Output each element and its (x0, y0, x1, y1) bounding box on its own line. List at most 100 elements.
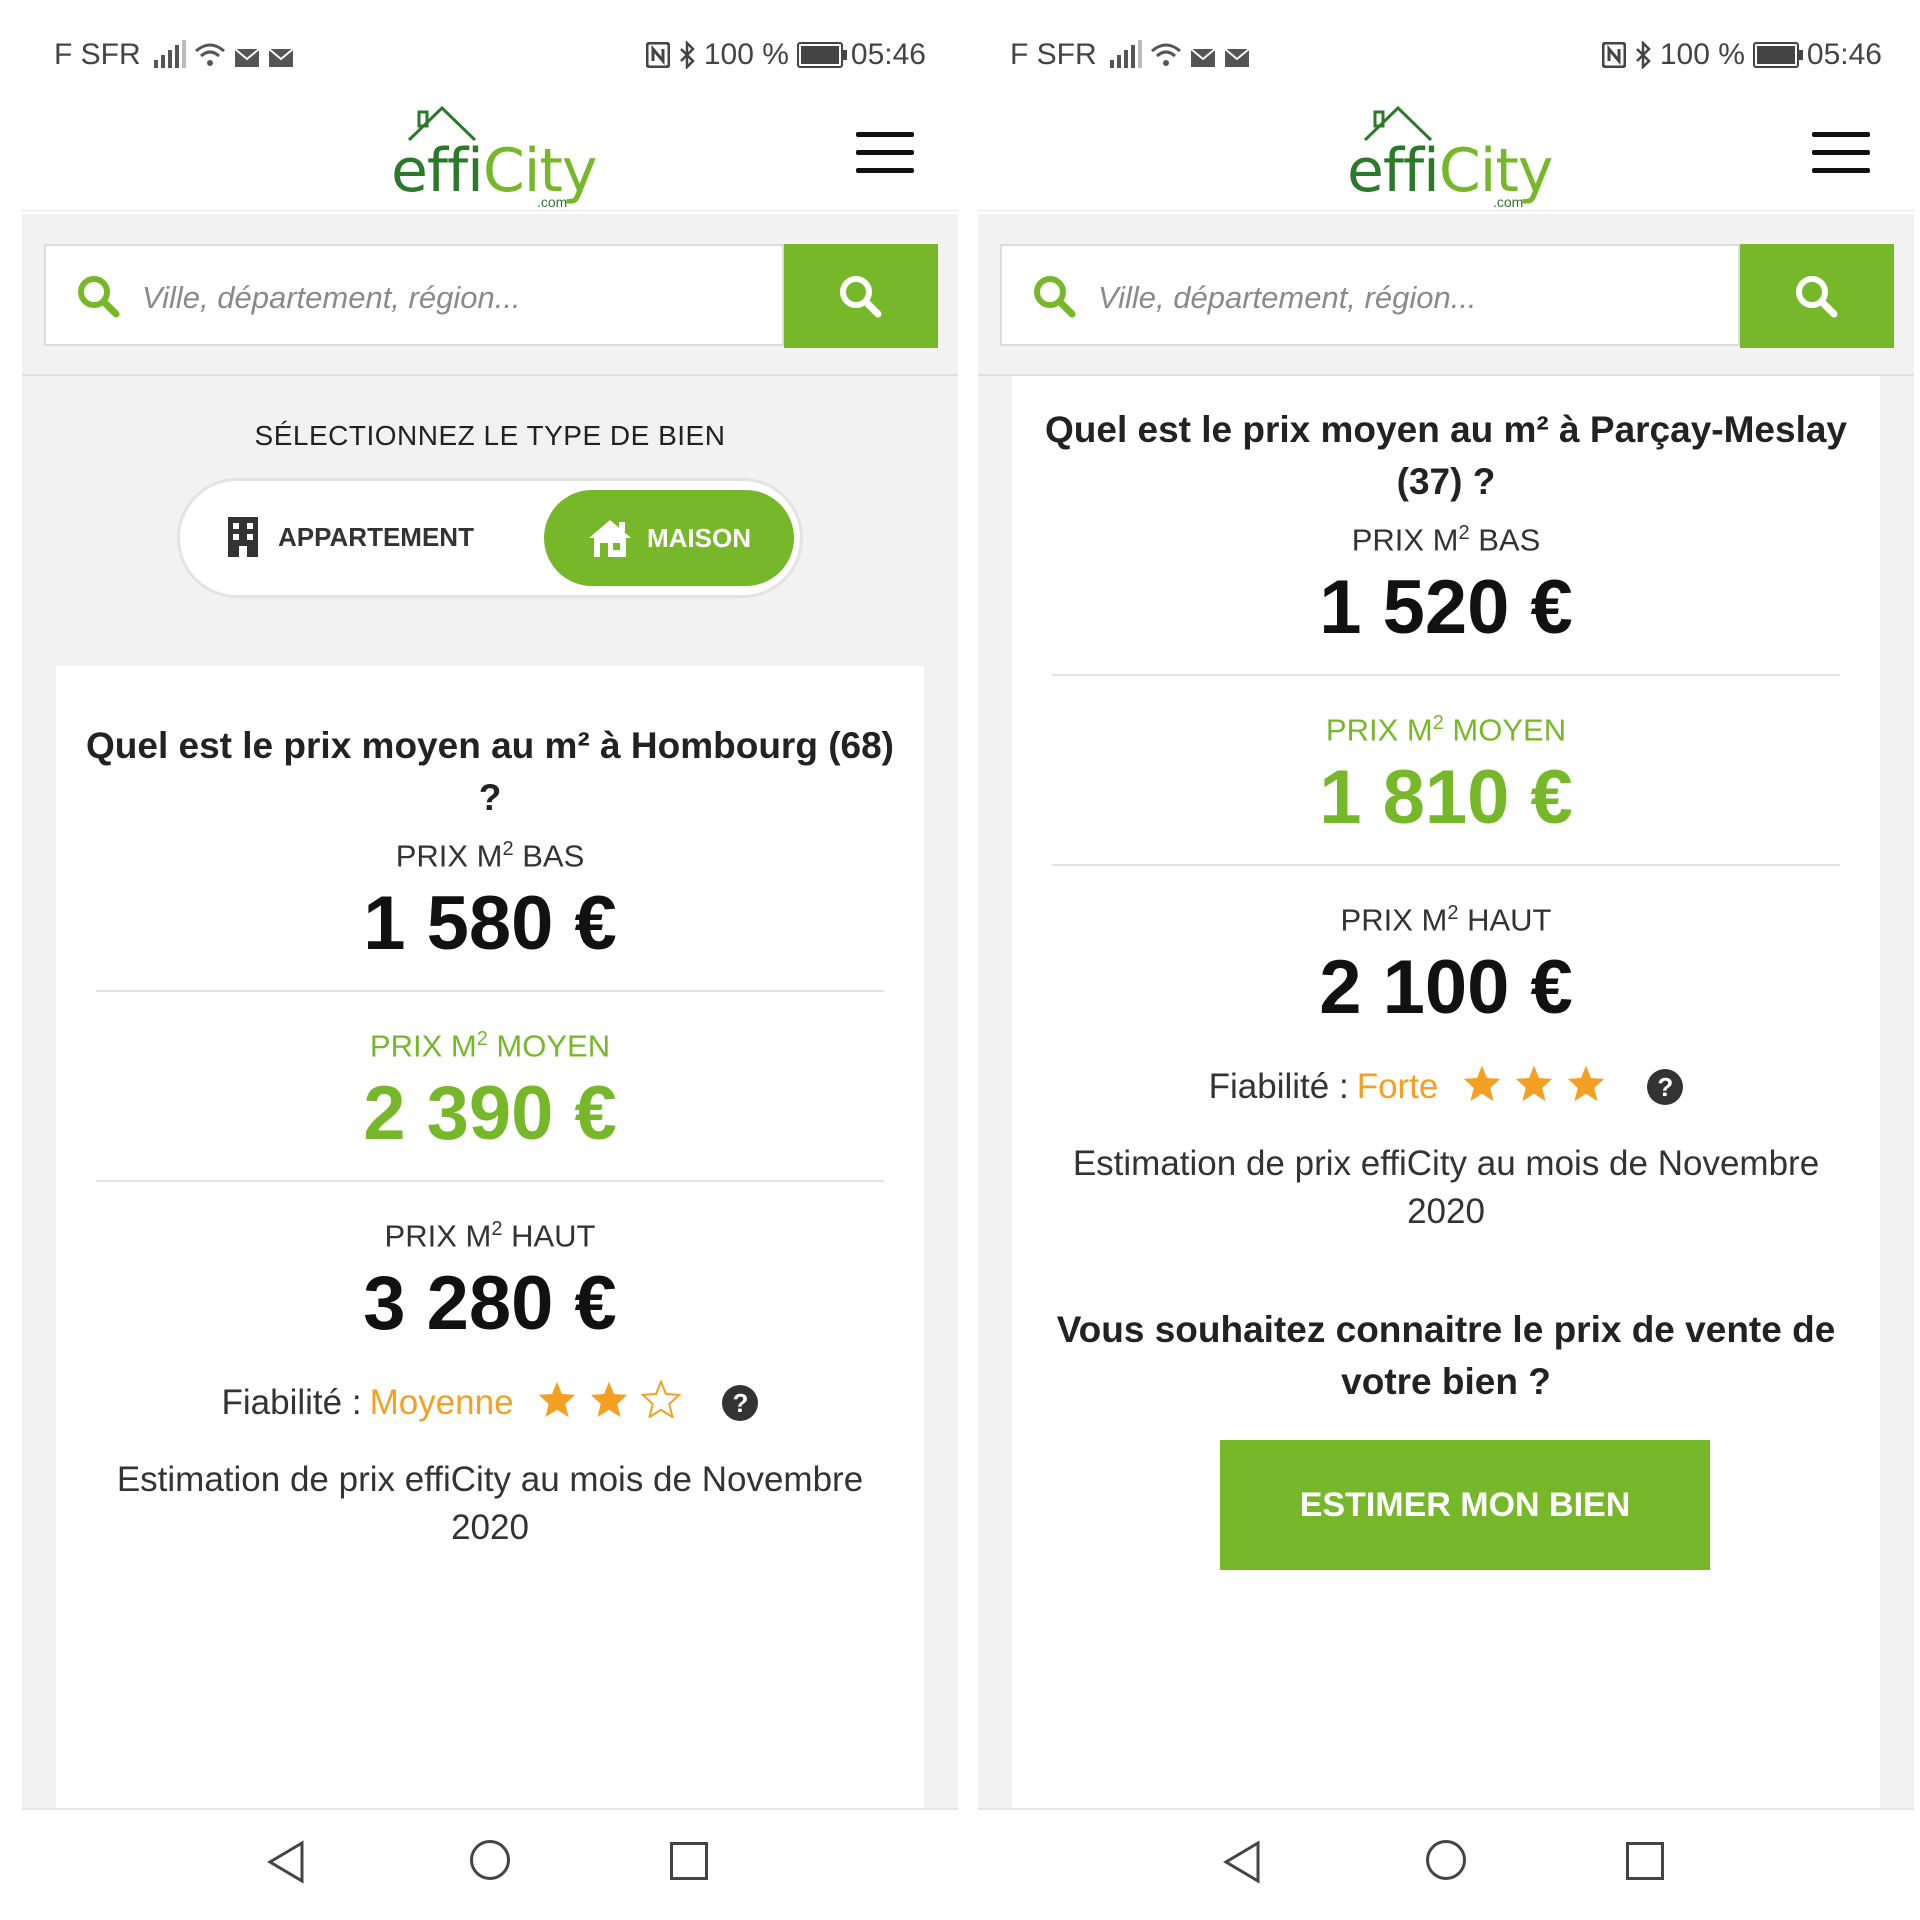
android-nav-bar (978, 1808, 1914, 1920)
search-placeholder: Ville, département, région... (1098, 280, 1477, 315)
search-placeholder: Ville, département, région... (142, 280, 521, 315)
divider (96, 990, 884, 992)
recent-apps-icon[interactable] (670, 1842, 708, 1880)
price-question: Quel est le prix moyen au m² à Parçay-Me… (1044, 409, 1848, 502)
search-icon (1796, 276, 1838, 318)
battery-percent: 100 % (703, 38, 789, 71)
cta-question: Vous souhaitez connaitre le prix de vent… (1056, 1309, 1836, 1402)
prix-moyen-label: PRIX M2 MOYEN (369, 1028, 611, 1064)
mail-icon (1190, 48, 1216, 67)
clock: 05:46 (1806, 38, 1882, 71)
star-filled-icon (590, 1381, 628, 1418)
menu-icon[interactable] (1812, 132, 1870, 176)
phone-screen-right: F SFR 100 % 05:46 effiCity .com Ville, d… (978, 0, 1914, 1920)
home-icon[interactable] (1426, 1840, 1466, 1880)
option-maison[interactable]: MAISON (544, 490, 794, 586)
fiabilite-level: Forte (1356, 1067, 1439, 1106)
prix-haut-value: 3 280 € (363, 1261, 617, 1346)
price-card: Quel est le prix moyen au m² à Hombourg … (56, 666, 924, 1808)
battery-icon (796, 42, 847, 68)
search-bar: Ville, département, région... (978, 214, 1914, 376)
fiabilite-label: Fiabilité : (221, 1383, 362, 1422)
efficity-logo[interactable]: effiCity .com (1343, 100, 1563, 210)
help-icon[interactable]: ? (722, 1385, 759, 1421)
logo-domain: .com (1493, 194, 1524, 210)
rating-stars (537, 1378, 682, 1427)
recent-apps-icon[interactable] (1626, 1842, 1664, 1880)
back-icon[interactable] (266, 1840, 306, 1884)
search-icon (840, 276, 882, 318)
prix-haut-label: PRIX M2 HAUT (1340, 902, 1552, 938)
estimation-note: Estimation de prix effiCity au mois de N… (1072, 1144, 1820, 1231)
bluetooth-icon (1635, 41, 1651, 69)
mail-icon (1224, 48, 1250, 67)
fiabilite-level: Moyenne (369, 1383, 514, 1422)
search-button[interactable] (784, 244, 938, 348)
house-icon (589, 520, 631, 557)
star-filled-icon (1463, 1065, 1501, 1102)
status-bar: F SFR 100 % 05:46 (22, 30, 958, 80)
price-card: Quel est le prix moyen au m² à Parçay-Me… (1012, 376, 1880, 1808)
site-header: effiCity .com (978, 90, 1914, 211)
prix-bas-label: PRIX M2 BAS (395, 838, 585, 874)
status-right: 100 % 05:46 (1601, 38, 1882, 72)
nfc-icon (645, 42, 670, 68)
price-question: Quel est le prix moyen au m² à Hombourg … (86, 725, 895, 818)
divider (96, 1180, 884, 1182)
prix-haut-label: PRIX M2 HAUT (384, 1218, 596, 1254)
star-filled-icon (1515, 1065, 1553, 1102)
status-right: 100 % 05:46 (645, 38, 926, 72)
search-bar: Ville, département, région... (22, 214, 958, 376)
prix-moyen-value: 2 390 € (363, 1071, 617, 1156)
carrier-name: F SFR (1010, 38, 1097, 71)
property-type-toggle: APPARTEMENT MAISON (177, 478, 803, 598)
option-maison-label: MAISON (647, 522, 751, 553)
star-filled-icon (1567, 1065, 1604, 1102)
prix-bas-value: 1 520 € (1319, 565, 1573, 650)
signal-icon (1110, 40, 1142, 68)
nfc-icon (1601, 42, 1626, 68)
divider (1052, 864, 1840, 866)
battery-icon (1752, 42, 1803, 68)
prix-haut-value: 2 100 € (1319, 945, 1573, 1030)
bluetooth-icon (679, 41, 695, 69)
search-input[interactable]: Ville, département, région... (1000, 244, 1740, 346)
android-nav-bar (22, 1808, 958, 1920)
prix-bas-value: 1 580 € (363, 881, 617, 966)
star-empty-icon (640, 1378, 682, 1420)
wifi-icon (195, 43, 225, 66)
site-header: effiCity .com (22, 90, 958, 211)
battery-percent: 100 % (1659, 38, 1745, 71)
estimer-mon-bien-button[interactable]: ESTIMER MON BIEN (1220, 1440, 1710, 1570)
search-button[interactable] (1740, 244, 1894, 348)
search-icon (78, 276, 120, 318)
signal-icon (154, 40, 186, 68)
fiabilite-row: Fiabilité : Forte ? (1012, 1064, 1880, 1111)
fiabilite-label: Fiabilité : (1208, 1067, 1349, 1106)
status-bar: F SFR 100 % 05:46 (978, 30, 1914, 80)
estimation-note: Estimation de prix effiCity au mois de N… (116, 1460, 864, 1547)
star-filled-icon (539, 1381, 576, 1418)
clock: 05:46 (850, 38, 926, 71)
mail-icon (234, 48, 260, 67)
efficity-logo[interactable]: effiCity .com (387, 100, 607, 210)
prix-bas-label: PRIX M2 BAS (1351, 522, 1541, 558)
menu-icon[interactable] (856, 132, 914, 176)
search-input[interactable]: Ville, département, région... (44, 244, 784, 346)
prix-moyen-label: PRIX M2 MOYEN (1325, 712, 1567, 748)
signal-icons (1110, 40, 1250, 68)
home-icon[interactable] (470, 1840, 510, 1880)
back-icon[interactable] (1222, 1840, 1262, 1884)
fiabilite-row: Fiabilité : Moyenne ? (56, 1378, 924, 1427)
help-icon[interactable]: ? (1647, 1069, 1684, 1105)
type-selector-title: SÉLECTIONNEZ LE TYPE DE BIEN (254, 420, 726, 451)
rating-stars (1462, 1064, 1607, 1111)
prix-moyen-value: 1 810 € (1319, 755, 1573, 840)
divider (1052, 674, 1840, 676)
option-appartement-label: APPARTEMENT (278, 521, 474, 552)
carrier-name: F SFR (54, 38, 141, 71)
option-appartement[interactable]: APPARTEMENT (226, 515, 474, 559)
building-icon (228, 517, 258, 557)
signal-icons (154, 40, 294, 68)
search-icon (1034, 276, 1076, 318)
